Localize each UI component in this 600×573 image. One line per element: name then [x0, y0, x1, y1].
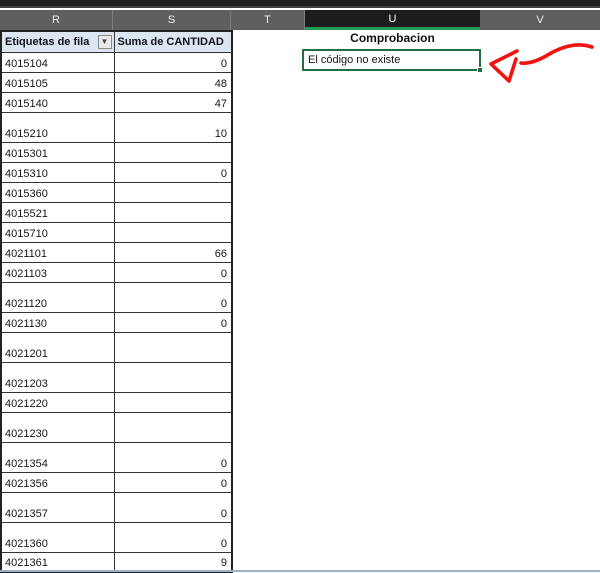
row-label-cell[interactable]: 4015140	[0, 91, 115, 113]
row-label-cell[interactable]: 4015105	[0, 71, 115, 93]
row-value-cell[interactable]: 0	[113, 261, 233, 283]
column-header-U[interactable]: U	[305, 10, 480, 30]
row-label-cell[interactable]: 4015310	[0, 161, 115, 183]
pivot-table-row[interactable]: 4021361 9	[0, 551, 233, 573]
pivot-table-row[interactable]: 4015140 47	[0, 91, 233, 113]
row-label-cell[interactable]: 4015710	[0, 221, 115, 243]
row-value-cell[interactable]: 0	[113, 521, 233, 553]
pivot-table-row[interactable]: 4021120 0	[0, 281, 233, 313]
row-value-cell[interactable]: 0	[113, 161, 233, 183]
row-label-cell[interactable]: 4021120	[0, 281, 115, 313]
pivot-table-row[interactable]: 4015210 10	[0, 111, 233, 143]
selected-cell-comprobacion[interactable]: El código no existe	[302, 49, 483, 73]
pivot-table-row[interactable]: 4021360 0	[0, 521, 233, 553]
pivot-table-row[interactable]: 4021101 66	[0, 241, 233, 263]
row-value-cell[interactable]: 10	[113, 111, 233, 143]
row-value-cell[interactable]: 0	[113, 51, 233, 73]
excel-spreadsheet: RSTUV Etiquetas de fila ▼ Suma de CANTID…	[0, 0, 600, 573]
row-value-cell[interactable]	[113, 411, 233, 443]
pivot-table-row[interactable]: 4021130 0	[0, 311, 233, 333]
row-value-cell[interactable]: 0	[113, 471, 233, 493]
fill-handle[interactable]	[477, 67, 483, 73]
row-value-cell[interactable]: 66	[113, 241, 233, 263]
selected-cell-text: El código no existe	[308, 54, 401, 66]
row-label-cell[interactable]: 4015521	[0, 201, 115, 223]
pivot-table-row[interactable]: 4021357 0	[0, 491, 233, 523]
pivot-table-row[interactable]: 4021203	[0, 361, 233, 393]
row-label-cell[interactable]: 4021360	[0, 521, 115, 553]
row-value-cell[interactable]	[113, 141, 233, 163]
row-label-cell[interactable]: 4015210	[0, 111, 115, 143]
pivot-table: Etiquetas de fila ▼ Suma de CANTIDAD 401…	[0, 30, 233, 573]
row-value-cell[interactable]	[113, 361, 233, 393]
column-header-T[interactable]: T	[231, 10, 305, 30]
sheet-area: Etiquetas de fila ▼ Suma de CANTIDAD 401…	[0, 30, 600, 573]
comprobacion-label: Comprobacion	[350, 31, 435, 45]
pivot-table-row[interactable]: 4015104 0	[0, 51, 233, 73]
row-label-cell[interactable]: 4021130	[0, 311, 115, 333]
row-label-cell[interactable]: 4015301	[0, 141, 115, 163]
row-value-cell[interactable]: 0	[113, 311, 233, 333]
pivot-table-row[interactable]: 4015360	[0, 181, 233, 203]
column-header-R[interactable]: R	[0, 10, 113, 30]
pivot-table-row[interactable]: 4015521	[0, 201, 233, 223]
next-row-edge-line	[0, 570, 600, 572]
row-label-cell[interactable]: 4021101	[0, 241, 115, 263]
row-label-cell[interactable]: 4021201	[0, 331, 115, 363]
pivot-table-row[interactable]: 4015310 0	[0, 161, 233, 183]
column-header-V[interactable]: V	[480, 10, 600, 30]
pivot-table-row[interactable]: 4021354 0	[0, 441, 233, 473]
pivot-table-row[interactable]: 4021230	[0, 411, 233, 443]
row-label-cell[interactable]: 4021361	[0, 551, 115, 573]
pivot-values-header[interactable]: Suma de CANTIDAD	[113, 30, 233, 53]
filter-dropdown-icon[interactable]: ▼	[97, 35, 112, 49]
top-dark-strip	[0, 0, 600, 8]
row-value-cell[interactable]: 9	[113, 551, 233, 573]
row-value-cell[interactable]	[113, 201, 233, 223]
row-label-cell[interactable]: 4015360	[0, 181, 115, 203]
row-label-cell[interactable]: 4021220	[0, 391, 115, 413]
pivot-table-row[interactable]: 4015301	[0, 141, 233, 163]
pivot-table-row[interactable]: 4015105 48	[0, 71, 233, 93]
row-value-cell[interactable]: 0	[113, 491, 233, 523]
row-value-cell[interactable]: 0	[113, 441, 233, 473]
pivot-table-row[interactable]: 4021201	[0, 331, 233, 363]
row-value-cell[interactable]: 0	[113, 281, 233, 313]
row-label-cell[interactable]: 4021230	[0, 411, 115, 443]
pivot-table-row[interactable]: 4015710	[0, 221, 233, 243]
pivot-table-row[interactable]: 4021220	[0, 391, 233, 413]
row-value-cell[interactable]	[113, 181, 233, 203]
row-label-cell[interactable]: 4021103	[0, 261, 115, 283]
column-header-band: RSTUV	[0, 10, 600, 30]
row-labels-text: Etiquetas de fila	[5, 35, 90, 48]
pivot-header-row: Etiquetas de fila ▼ Suma de CANTIDAD	[0, 30, 233, 53]
row-value-cell[interactable]: 47	[113, 91, 233, 113]
row-label-cell[interactable]: 4021354	[0, 441, 115, 473]
pivot-row-labels-header[interactable]: Etiquetas de fila ▼	[0, 30, 115, 53]
row-label-cell[interactable]: 4021203	[0, 361, 115, 393]
row-label-cell[interactable]: 4021357	[0, 491, 115, 523]
column-header-S[interactable]: S	[113, 10, 231, 30]
pivot-table-row[interactable]: 4021103 0	[0, 261, 233, 283]
row-value-cell[interactable]	[113, 221, 233, 243]
row-label-cell[interactable]: 4015104	[0, 51, 115, 73]
row-value-cell[interactable]	[113, 391, 233, 413]
row-value-cell[interactable]: 48	[113, 71, 233, 93]
red-arrow-annotation	[489, 43, 594, 83]
pivot-table-row[interactable]: 4021356 0	[0, 471, 233, 493]
row-value-cell[interactable]	[113, 331, 233, 363]
row-label-cell[interactable]: 4021356	[0, 471, 115, 493]
